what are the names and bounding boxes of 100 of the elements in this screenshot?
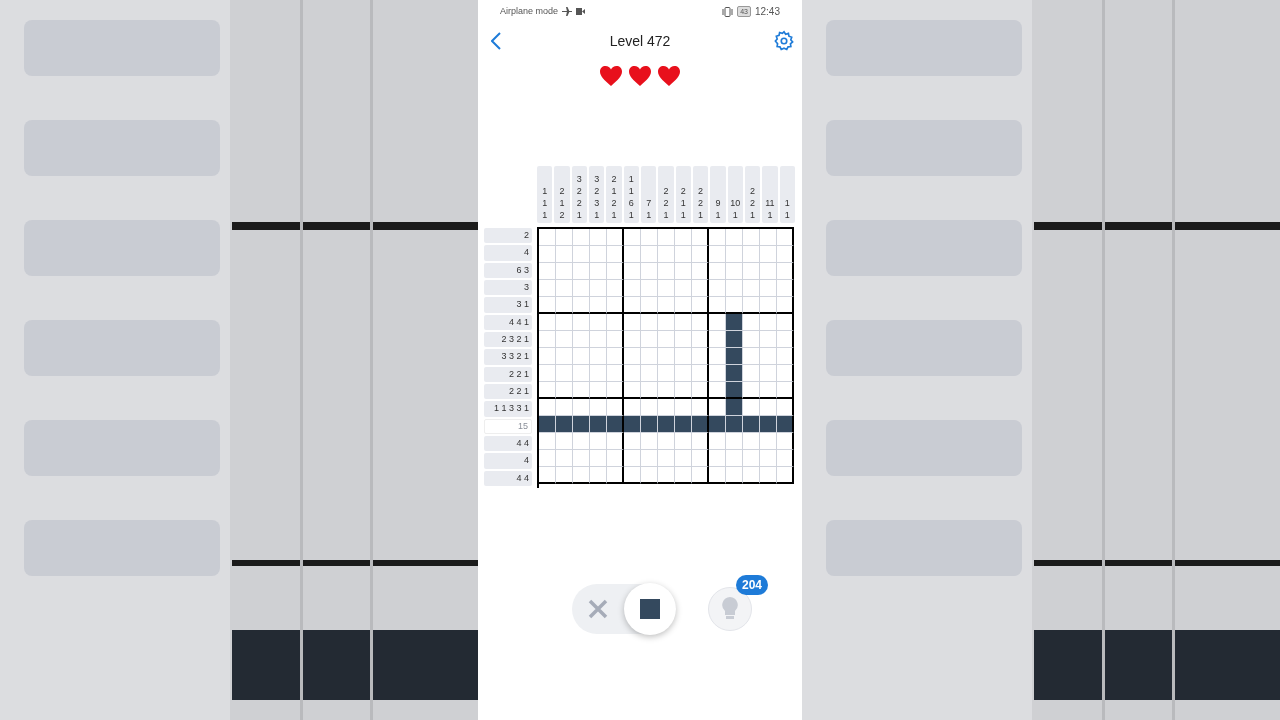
grid-cell[interactable] xyxy=(607,314,624,331)
grid-cell[interactable] xyxy=(607,263,624,280)
grid-cell[interactable] xyxy=(692,263,709,280)
grid-cell[interactable] xyxy=(777,467,794,484)
filled-cell[interactable] xyxy=(692,416,709,433)
clue-number: 2 xyxy=(750,197,756,209)
clue-number: 1 xyxy=(542,185,548,197)
grid-cell[interactable] xyxy=(692,399,709,416)
clue-number: 1 xyxy=(628,185,634,197)
row-clue: 4 4 1 xyxy=(484,314,532,330)
clue-number: 1 xyxy=(680,209,686,221)
grid-cell[interactable] xyxy=(607,382,624,399)
grid-cell[interactable] xyxy=(607,297,624,314)
clue-number: 7 xyxy=(646,197,652,209)
grid-cell[interactable] xyxy=(777,229,794,246)
clue-number: 2 xyxy=(663,185,669,197)
clue-number: 2 xyxy=(611,173,617,185)
grid-cell[interactable] xyxy=(607,433,624,450)
clue-number: 1 xyxy=(594,209,600,221)
hint-count-badge: 204 xyxy=(736,574,769,595)
status-text: Airplane mode xyxy=(500,4,559,18)
grid-cell[interactable] xyxy=(607,331,624,348)
grid-cell[interactable] xyxy=(777,365,794,382)
row-clue: 3 3 2 1 xyxy=(484,349,532,365)
clue-number: 1 xyxy=(750,209,756,221)
clue-number: 9 xyxy=(715,197,721,209)
grid-cell[interactable] xyxy=(777,382,794,399)
grid-cell[interactable] xyxy=(607,450,624,467)
clue-number: 10 xyxy=(730,197,741,209)
level-title: Level 472 xyxy=(609,31,671,51)
vibrate-icon xyxy=(722,6,734,17)
cross-icon xyxy=(587,597,609,620)
settings-icon xyxy=(773,30,795,52)
fill-mode-button[interactable] xyxy=(624,582,676,635)
filled-cell[interactable] xyxy=(607,416,624,433)
clue-number: 2 xyxy=(594,185,600,197)
grid-cell[interactable] xyxy=(777,280,794,297)
grid-cell[interactable] xyxy=(607,246,624,263)
row-clue: 1 1 3 3 1 xyxy=(484,401,532,417)
grid-cell[interactable] xyxy=(777,433,794,450)
mode-toggle[interactable] xyxy=(572,583,676,634)
clue-number: 2 xyxy=(559,209,565,221)
filled-cell[interactable] xyxy=(777,416,794,433)
video-camera-icon xyxy=(576,8,586,15)
clue-number: 1 xyxy=(732,209,738,221)
clue-number: 11 xyxy=(765,197,775,209)
grid-cell[interactable] xyxy=(607,348,624,365)
grid-cell[interactable] xyxy=(777,331,794,348)
clue-number: 2 xyxy=(663,197,669,209)
grid-cell[interactable] xyxy=(692,246,709,263)
clue-number: 1 xyxy=(628,209,634,221)
grid-cell[interactable] xyxy=(692,229,709,246)
clue-number: 1 xyxy=(542,209,548,221)
grid-cell[interactable] xyxy=(692,297,709,314)
clue-number: 6 xyxy=(628,197,634,209)
grid-cell[interactable] xyxy=(692,450,709,467)
clue-number: 3 xyxy=(576,173,582,185)
row-clue: 3 1 xyxy=(484,297,532,313)
status-time: 12:43 xyxy=(754,5,780,19)
grid-cell[interactable] xyxy=(692,365,709,382)
filled-square-icon xyxy=(639,597,661,620)
clue-number: 1 xyxy=(611,209,617,221)
clue-number: 3 xyxy=(594,197,600,209)
row-clue: 6 3 xyxy=(484,262,532,278)
grid-cell[interactable] xyxy=(777,450,794,467)
grid-cell[interactable] xyxy=(777,399,794,416)
row-clue: 2 xyxy=(484,228,532,244)
clue-number: 2 xyxy=(576,197,582,209)
grid-cell[interactable] xyxy=(607,399,624,416)
grid-cell[interactable] xyxy=(692,331,709,348)
grid-cell[interactable] xyxy=(692,433,709,450)
clue-number: 1 xyxy=(715,209,721,221)
clue-number: 1 xyxy=(559,197,565,209)
grid-cell[interactable] xyxy=(777,246,794,263)
grid-cell[interactable] xyxy=(777,263,794,280)
grid-cell[interactable] xyxy=(692,348,709,365)
row-clue: 3 xyxy=(484,280,532,296)
grid-cell[interactable] xyxy=(607,280,624,297)
clue-number: 1 xyxy=(646,209,652,221)
grid-cell[interactable] xyxy=(692,314,709,331)
grid-cell[interactable] xyxy=(607,467,624,484)
clue-number: 2 xyxy=(611,197,617,209)
grid-cell[interactable] xyxy=(777,297,794,314)
settings-button[interactable] xyxy=(772,29,796,53)
clue-number: 1 xyxy=(576,209,582,221)
grid-cell[interactable] xyxy=(777,314,794,331)
grid-cell[interactable] xyxy=(692,382,709,399)
clue-number: 3 xyxy=(594,173,600,185)
grid-cell[interactable] xyxy=(777,348,794,365)
clue-number: 1 xyxy=(767,209,773,221)
grid-cell[interactable] xyxy=(692,280,709,297)
row-clue: 4 4 xyxy=(484,435,532,452)
grid-cell[interactable] xyxy=(692,467,709,484)
clue-number: 1 xyxy=(611,185,617,197)
clue-number: 1 xyxy=(784,209,790,221)
row-clue: 4 xyxy=(484,245,532,261)
clue-number: 1 xyxy=(663,209,669,221)
clue-number: 2 xyxy=(559,185,565,197)
grid-cell[interactable] xyxy=(607,365,624,382)
grid-cell[interactable] xyxy=(607,229,624,246)
